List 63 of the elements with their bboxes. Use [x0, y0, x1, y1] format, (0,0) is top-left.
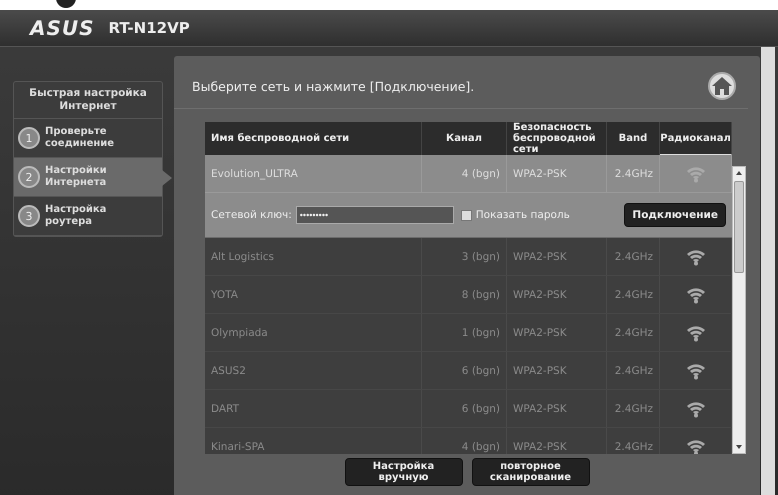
- network-row[interactable]: Evolution_ULTRA 4 (bgn) WPA2-PSK 2.4GHz: [205, 155, 732, 193]
- wifi-signal-icon: [686, 164, 706, 182]
- network-row[interactable]: DART 6 (bgn) WPA2-PSK 2.4GHz: [205, 390, 732, 428]
- table-cell: 2.4GHz: [607, 155, 660, 192]
- table-cell: WPA2-PSK: [507, 155, 607, 192]
- wifi-signal-icon: [686, 400, 706, 418]
- scroll-down-icon[interactable]: [736, 445, 742, 449]
- connect-button[interactable]: Подключение: [624, 203, 726, 227]
- table-cell: 2.4GHz: [607, 428, 660, 454]
- sidebar-title: Быстрая настройка Интернет: [14, 82, 162, 119]
- table-cell: WPA2-PSK: [507, 314, 607, 351]
- table-cell: 8 (bgn): [422, 276, 507, 313]
- action-button[interactable]: Настройка вручную: [344, 458, 462, 486]
- network-row[interactable]: YOTA 8 (bgn) WPA2-PSK 2.4GHz: [205, 276, 732, 314]
- table-cell: Olympiada: [205, 314, 422, 351]
- table-cell: 3 (bgn): [422, 238, 507, 275]
- network-row[interactable]: ASUS2 6 (bgn) WPA2-PSK 2.4GHz: [205, 352, 732, 390]
- key-label: Сетевой ключ:: [211, 209, 292, 221]
- table-cell: WPA2-PSK: [507, 352, 607, 389]
- table-cell: 2.4GHz: [607, 352, 660, 389]
- table-cell: ASUS2: [205, 352, 422, 389]
- table-cell: 2.4GHz: [607, 276, 660, 313]
- table-cell: 6 (bgn): [422, 352, 507, 389]
- checkbox-label: Показать пароль: [476, 209, 570, 221]
- model-name: RT-N12VP: [108, 19, 190, 37]
- instruction-text: Выберите сеть и нажмите [Подключение].: [192, 78, 474, 94]
- table-cell: 1 (bgn): [422, 314, 507, 351]
- table-cell: 4 (bgn): [422, 155, 507, 192]
- table-cell: WPA2-PSK: [507, 390, 607, 427]
- table-cell: YOTA: [205, 276, 422, 313]
- sidebar-item[interactable]: 3 Настройка роутера: [14, 197, 162, 236]
- wifi-signal-icon: [686, 438, 706, 454]
- wifi-signal-icon: [686, 286, 706, 304]
- table-cell: 2.4GHz: [607, 390, 660, 427]
- scroll-up-icon[interactable]: [736, 171, 742, 175]
- scroll-thumb[interactable]: [734, 181, 744, 273]
- password-field[interactable]: •••••••••: [296, 206, 454, 224]
- house-icon: [711, 76, 733, 96]
- network-row[interactable]: Alt Logistics 3 (bgn) WPA2-PSK 2.4GHz: [205, 238, 732, 276]
- table-cell: Evolution_ULTRA: [205, 155, 422, 192]
- scrollbar[interactable]: [732, 166, 746, 454]
- action-button[interactable]: повторное сканирование: [472, 458, 590, 486]
- table-cell: WPA2-PSK: [507, 238, 607, 275]
- step-number: 1: [18, 127, 40, 149]
- table-cell: 2.4GHz: [607, 314, 660, 351]
- table-cell: DART: [205, 390, 422, 427]
- step-label: Настройка роутера: [45, 204, 108, 228]
- table-cell: 6 (bgn): [422, 390, 507, 427]
- show-password-checkbox[interactable]: [460, 210, 472, 220]
- table-cell: Alt Logistics: [205, 238, 422, 275]
- wifi-signal-icon: [686, 324, 706, 342]
- step-number: 3: [18, 205, 40, 227]
- step-number: 2: [18, 166, 40, 188]
- brand-logo: ASUS: [30, 16, 95, 40]
- table-cell: WPA2-PSK: [507, 276, 607, 313]
- step-label: Настройки Интернета: [45, 165, 108, 189]
- network-row[interactable]: Olympiada 1 (bgn) WPA2-PSK 2.4GHz: [205, 314, 732, 352]
- page-scrollbar[interactable]: [761, 47, 775, 495]
- table-cell: 2.4GHz: [607, 238, 660, 275]
- home-button[interactable]: [708, 72, 736, 100]
- wifi-signal-icon: [686, 248, 706, 266]
- step-label: Проверьте соединение: [45, 126, 116, 150]
- wifi-signal-icon: [686, 362, 706, 380]
